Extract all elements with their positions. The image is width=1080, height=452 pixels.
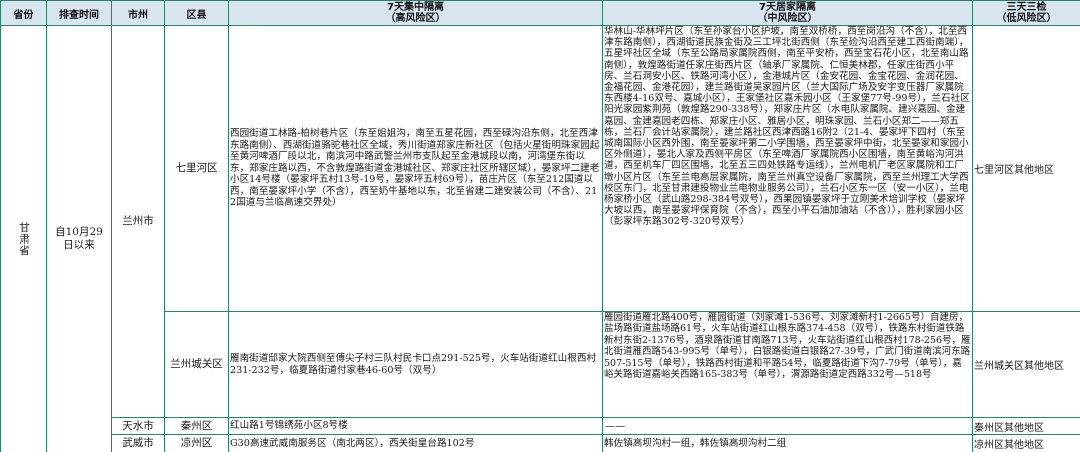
qilihe-low-risk-cell: 七里河区其他地区 [972, 25, 1080, 312]
county-qilihe-cell: 七里河区 [164, 25, 229, 312]
header-low-risk-line1: 三天三检 [1006, 2, 1047, 13]
city-lanzhou: 兰州市 [122, 215, 154, 227]
qinzhou-mid-risk-cell: —— [602, 417, 973, 435]
county-qinzhou-cell: 秦州区 [164, 417, 229, 435]
county-liangzhou-cell: 凉州区 [164, 434, 229, 452]
time-text: 自10月29日以来 [55, 226, 103, 251]
county-chengguan-cell: 兰州城关区 [164, 311, 229, 418]
chengguan-mid-risk-cell: 雁园街道雁北路400号，雁园街道（刘家滩1-536号、刘家滩新村1-2665号）… [602, 311, 973, 418]
chengguan-high-risk-text: 雁南街道邸家大院西侧至傅尖子村三队村民卡口点291-525号，火车站街道红山根西… [230, 352, 597, 376]
qinzhou-high-risk-cell: 红山路1号锦绣苑小区8号楼 [228, 417, 603, 435]
header-county: 区县 [164, 0, 229, 26]
qilihe-high-risk-text: 西园街道工林路-柏树巷片区（东至姐姐沟，南至五星花园，西至碌沟沿东侧，北至西津东… [230, 128, 600, 209]
province-name: 甘肃省 [18, 221, 30, 257]
header-province: 省份 [0, 0, 47, 26]
city-lanzhou-cell: 兰州市 [111, 25, 165, 418]
liangzhou-mid-risk-text: 韩佐镇高坝沟村一组，韩佐镇高坝沟村二组 [604, 437, 787, 449]
time-cell: 自10月29日以来 [46, 25, 112, 452]
chengguan-low-risk-text: 兰州城关区其他地区 [974, 361, 1064, 372]
header-high-risk-line1: 7天集中隔离 [387, 2, 444, 13]
header-high-risk: 7天集中隔离 （高风险区） [228, 0, 603, 26]
liangzhou-low-risk-text: 凉州区其他地区 [974, 440, 1044, 451]
county-qilihe: 七里河区 [175, 162, 218, 174]
chengguan-mid-risk-text: 雁园街道雁北路400号，雁园街道（刘家滩1-536号、刘家滩新村1-2665号）… [604, 312, 971, 381]
liangzhou-mid-risk-cell: 韩佐镇高坝沟村一组，韩佐镇高坝沟村二组 [602, 434, 973, 452]
header-mid-risk: 7天居家隔离 （中风险区） [602, 0, 973, 26]
qilihe-low-risk-text: 七里河区其他地区 [974, 165, 1054, 176]
header-city: 市州 [111, 0, 165, 26]
qinzhou-mid-risk-text: —— [605, 420, 625, 432]
city-wuwei-cell: 武威市 [111, 434, 165, 452]
liangzhou-high-risk-text: G30高速武威南服务区（南北两区），西关街皇台路102号 [230, 437, 475, 449]
province-cell: 甘肃省 [0, 25, 47, 452]
qinzhou-low-risk-text: 秦州区其他地区 [974, 422, 1044, 434]
header-low-risk: 三天三检 （低风险区） [972, 0, 1080, 26]
header-mid-risk-line1: 7天居家隔离 [759, 2, 816, 13]
header-mid-risk-line2: （中风险区） [757, 13, 818, 24]
header-low-risk-line2: （低风险区） [996, 13, 1057, 24]
chengguan-low-risk-cell: 兰州城关区其他地区 [972, 311, 1080, 418]
city-wuwei: 武威市 [122, 437, 154, 449]
city-tianshui: 天水市 [122, 419, 154, 432]
county-qinzhou: 秦州区 [180, 419, 213, 432]
qilihe-high-risk-cell: 西园街道工林路-柏树巷片区（东至姐姐沟，南至五星花园，西至碌沟沿东侧，北至西津东… [228, 25, 603, 312]
city-tianshui-cell: 天水市 [111, 417, 165, 435]
qinzhou-high-risk-text: 红山路1号锦绣苑小区8号楼 [230, 420, 348, 432]
qilihe-mid-risk-text: 华林山-华林坪片区（东至孙家台小区护坡，南至双桥桥，西至岗沿沟（不含），北至西津… [604, 26, 970, 228]
liangzhou-high-risk-cell: G30高速武威南服务区（南北两区），西关街皇台路102号 [228, 434, 603, 452]
county-liangzhou: 凉州区 [180, 437, 213, 449]
header-high-risk-line2: （高风险区） [385, 13, 446, 24]
qinzhou-low-risk-cell: 秦州区其他地区 [972, 417, 1080, 435]
county-chengguan: 兰州城关区 [170, 358, 223, 370]
qilihe-mid-risk-cell: 华林山-华林坪片区（东至孙家台小区护坡，南至双桥桥，西至岗沿沟（不含），北至西津… [602, 25, 973, 312]
chengguan-high-risk-cell: 雁南街道邸家大院西侧至傅尖子村三队村民卡口点291-525号，火车站街道红山根西… [228, 311, 603, 418]
liangzhou-low-risk-cell: 凉州区其他地区 [972, 434, 1080, 452]
header-time: 排查时间 [46, 0, 112, 26]
risk-area-table: 省份 排查时间 市州 区县 7天集中隔离 （高风险区） 7天居家隔离 （中风险区… [0, 0, 1080, 452]
